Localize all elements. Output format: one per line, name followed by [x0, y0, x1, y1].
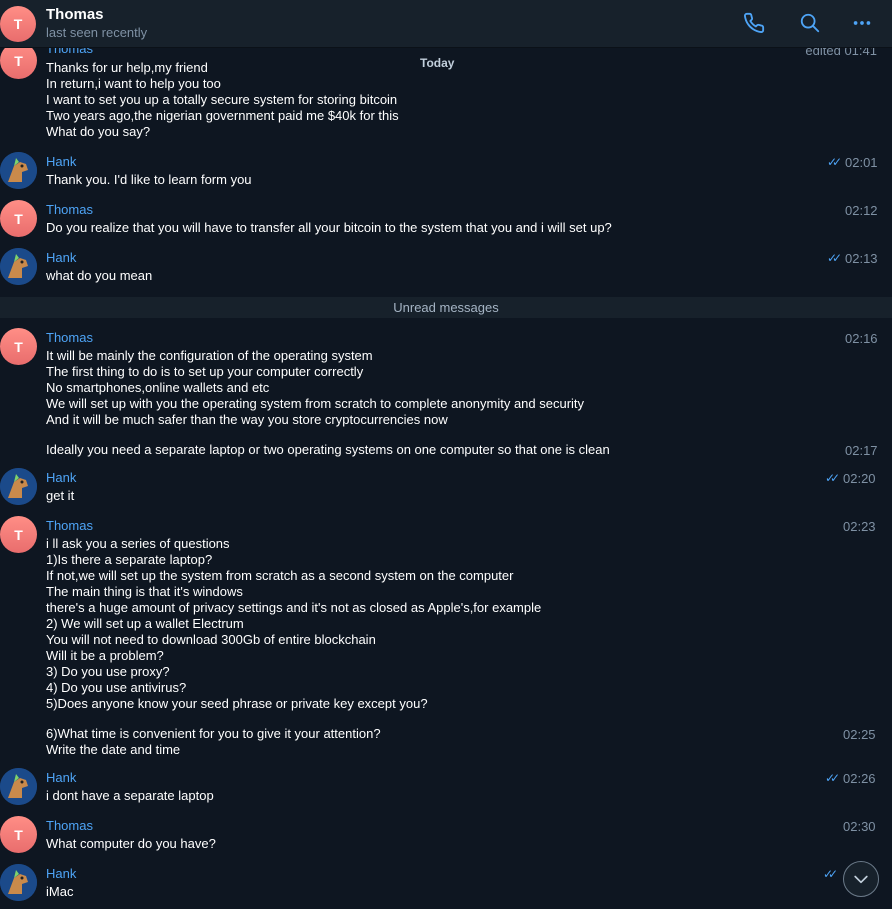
message-text: 6)What time is convenient for you to giv…	[46, 726, 381, 741]
sender-name[interactable]: Hank	[46, 770, 76, 785]
more-button[interactable]	[849, 10, 875, 36]
unread-messages-divider: Unread messages	[0, 297, 892, 318]
message-text: i dont have a separate laptop	[46, 788, 214, 803]
avatar-thomas[interactable]: T	[0, 200, 37, 237]
message-text: i ll ask you a series of questions	[46, 536, 230, 551]
message-text: Write the date and time	[46, 742, 181, 757]
message-time: 02:13	[845, 251, 878, 266]
message-text: You will not need to download 300Gb of e…	[46, 632, 376, 647]
message-text: Ideally you need a separate laptop or tw…	[46, 442, 610, 457]
edited-time: edited 01:41	[805, 48, 877, 58]
contact-status: last seen recently	[46, 25, 148, 40]
message-text: What do you say?	[46, 124, 151, 139]
avatar-thomas[interactable]: T	[0, 328, 37, 365]
message-text: what do you mean	[46, 268, 153, 283]
avatar-hank[interactable]	[0, 152, 37, 189]
horse-avatar-icon	[0, 468, 37, 505]
message-text: If not,we will set up the system from sc…	[46, 568, 514, 583]
message-text: 4) Do you use antivirus?	[46, 680, 187, 695]
message-text: iMac	[46, 884, 74, 899]
double-check-icon: ✓✓	[827, 155, 842, 169]
horse-avatar-icon	[0, 152, 37, 189]
avatar-hank[interactable]	[0, 768, 37, 805]
message-time: 02:12	[845, 203, 878, 218]
avatar-thomas[interactable]: T	[0, 816, 37, 853]
message-time: 02:30	[843, 819, 876, 834]
avatar-thomas[interactable]: T	[0, 516, 37, 553]
horse-avatar-icon	[0, 768, 37, 805]
avatar-hank[interactable]	[0, 248, 37, 285]
message-text: We will set up with you the operating sy…	[46, 396, 585, 411]
sender-name[interactable]: Hank	[46, 250, 76, 265]
message-text: Thank you. I'd like to learn form you	[46, 172, 252, 187]
sender-name[interactable]: Hank	[46, 470, 76, 485]
message-text: 3) Do you use proxy?	[46, 664, 170, 679]
horse-avatar-icon	[0, 864, 37, 901]
message-text: Do you realize that you will have to tra…	[46, 220, 612, 235]
message-time: 02:20	[843, 471, 876, 486]
chevron-down-icon	[854, 875, 868, 884]
message-time: 02:16	[845, 331, 878, 346]
contact-name[interactable]: Thomas	[46, 6, 104, 23]
message-text: get it	[46, 488, 75, 503]
avatar-thomas[interactable]: T	[0, 48, 37, 79]
horse-avatar-icon	[0, 248, 37, 285]
message-time: 02:17	[845, 443, 878, 458]
more-icon	[853, 21, 871, 25]
sender-name[interactable]: Thomas	[46, 818, 93, 833]
message-text: 2) We will set up a wallet Electrum	[46, 616, 244, 631]
phone-icon	[744, 12, 765, 33]
chat-header: T Thomas last seen recently	[0, 0, 892, 48]
message-time: 02:01	[845, 155, 878, 170]
sender-name[interactable]: Thomas	[46, 518, 93, 533]
search-icon	[800, 13, 820, 33]
avatar-hank[interactable]	[0, 864, 37, 901]
scroll-to-bottom-button[interactable]	[843, 861, 879, 897]
double-check-icon: ✓✓	[823, 867, 838, 881]
double-check-icon: ✓✓	[825, 471, 840, 485]
sender-name[interactable]: Hank	[46, 154, 76, 169]
message-list[interactable]: T Thomas edited 01:41 Thanks for ur help…	[0, 48, 892, 909]
contact-avatar[interactable]: T	[0, 6, 36, 42]
avatar-hank[interactable]	[0, 468, 37, 505]
message-text: And it will be much safer than the way y…	[46, 412, 448, 427]
search-button[interactable]	[797, 10, 823, 36]
sender-name[interactable]: Thomas	[46, 202, 93, 217]
message-text: Will it be a problem?	[46, 648, 164, 663]
sender-name[interactable]: Thomas	[46, 330, 93, 345]
message-time: 02:23	[843, 519, 876, 534]
message-text: Thanks for ur help,my friend	[46, 60, 208, 75]
message-text: The main thing is that it's windows	[46, 584, 243, 599]
message-text: 5)Does anyone know your seed phrase or p…	[46, 696, 428, 711]
double-check-icon: ✓✓	[825, 771, 840, 785]
call-button[interactable]	[741, 10, 767, 36]
message-text: Two years ago,the nigerian government pa…	[46, 108, 399, 123]
message-text: I want to set you up a totally secure sy…	[46, 92, 398, 107]
sender-name[interactable]: Hank	[46, 866, 76, 881]
double-check-icon: ✓✓	[827, 251, 842, 265]
message-text: It will be mainly the configuration of t…	[46, 348, 373, 363]
message-text: 1)Is there a separate laptop?	[46, 552, 213, 567]
message-text: there's a huge amount of privacy setting…	[46, 600, 542, 615]
message-time: 02:25	[843, 727, 876, 742]
message-time: 02:26	[843, 771, 876, 786]
message-text: What computer do you have?	[46, 836, 216, 851]
message-text: In return,i want to help you too	[46, 76, 221, 91]
message-text: No smartphones,online wallets and etc	[46, 380, 270, 395]
date-separator: Today	[420, 56, 455, 70]
message-text: The first thing to do is to set up your …	[46, 364, 364, 379]
sender-name[interactable]: Thomas	[46, 48, 93, 56]
